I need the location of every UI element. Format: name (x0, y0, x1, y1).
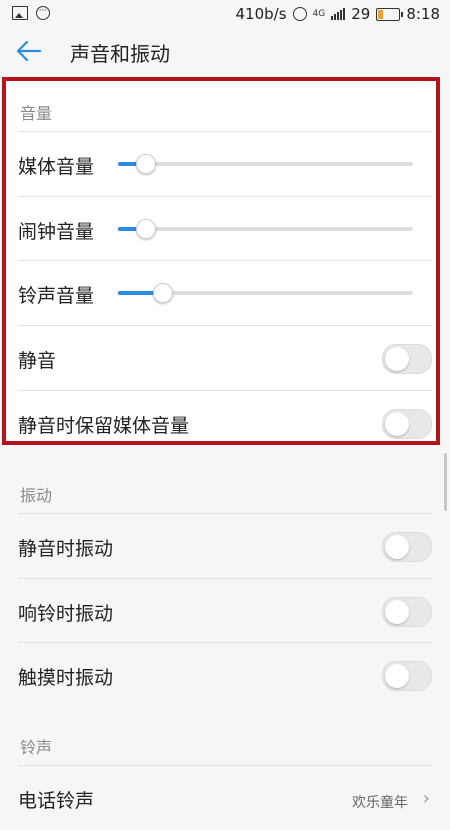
page-title: 声音和振动 (70, 42, 170, 66)
media-volume-slider[interactable] (118, 154, 413, 174)
media-volume-row: 媒体音量 (18, 131, 432, 196)
clock: 8:18 (406, 5, 440, 23)
alarm-volume-label: 闹钟音量 (18, 221, 95, 243)
vibrate-on-touch-label: 触摸时振动 (18, 667, 114, 689)
ringtone-section-header: 铃声 (20, 738, 53, 757)
vibrate-on-touch-row: 触摸时振动 (18, 642, 432, 707)
volume-section-header: 音量 (20, 104, 53, 123)
keep-media-volume-row: 静音时保留媒体音量 (18, 390, 432, 455)
alarm-volume-row: 闹钟音量 (18, 196, 432, 261)
vibrate-on-ring-row: 响铃时振动 (18, 578, 432, 643)
phone-ringtone-row[interactable]: 电话铃声 欢乐童年 › (18, 765, 432, 830)
status-bar: ··· 410b/s 4G 29 8:18 (0, 0, 450, 30)
vibration-section-header: 振动 (20, 486, 53, 505)
network-speed: 410b/s (235, 5, 287, 23)
alarm-icon (292, 7, 307, 21)
mute-label: 静音 (18, 350, 57, 372)
signal-icon (331, 8, 346, 20)
image-icon (12, 6, 28, 20)
message-icon: ··· (36, 6, 50, 20)
ringtone-volume-slider[interactable] (118, 283, 413, 303)
vibrate-on-mute-row: 静音时振动 (18, 513, 432, 578)
vibrate-on-mute-toggle[interactable] (382, 532, 432, 562)
arrow-left-icon[interactable] (16, 40, 42, 62)
mute-toggle[interactable] (382, 344, 432, 374)
media-volume-label: 媒体音量 (18, 156, 95, 178)
vibrate-on-ring-toggle[interactable] (382, 597, 432, 627)
vibrate-on-mute-label: 静音时振动 (18, 538, 114, 560)
app-bar: 声音和振动 (0, 30, 450, 72)
keep-media-volume-label: 静音时保留媒体音量 (18, 415, 190, 437)
vibrate-on-touch-toggle[interactable] (382, 661, 432, 691)
scrollbar[interactable] (444, 453, 447, 511)
chevron-right-icon: › (422, 788, 430, 809)
battery-icon (376, 7, 404, 21)
keep-media-volume-toggle[interactable] (382, 409, 432, 439)
ringtone-volume-label: 铃声音量 (18, 285, 95, 307)
phone-ringtone-value: 欢乐童年 (352, 795, 408, 811)
vibrate-on-ring-label: 响铃时振动 (18, 603, 114, 625)
alarm-volume-slider[interactable] (118, 219, 413, 239)
network-type: 4G (312, 9, 326, 19)
battery-percent: 29 (351, 5, 371, 23)
ringtone-volume-row: 铃声音量 (18, 260, 432, 325)
mute-row: 静音 (18, 325, 432, 390)
